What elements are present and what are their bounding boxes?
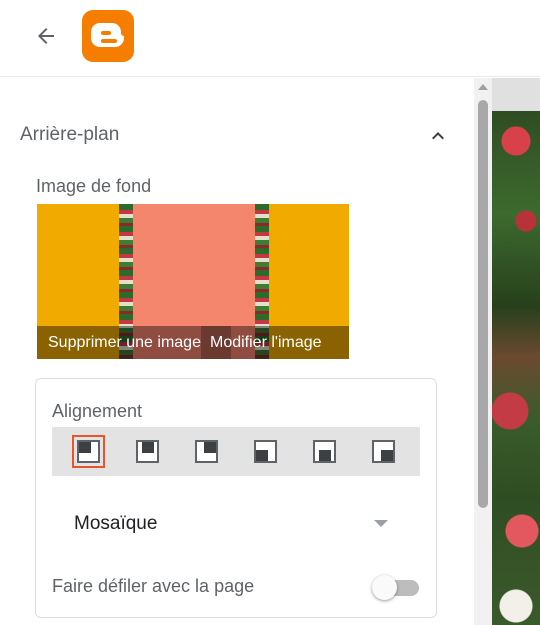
preview-header-strip xyxy=(492,78,540,111)
section-header-background[interactable]: Arrière-plan xyxy=(20,122,450,150)
preview-action-bar: Supprimer une image Modifier l'image xyxy=(37,326,349,359)
repeat-mode-value: Mosaïque xyxy=(74,513,158,534)
repeat-mode-select[interactable]: Mosaïque xyxy=(58,505,388,541)
back-button[interactable] xyxy=(28,18,64,54)
blogger-logo-icon[interactable] xyxy=(82,10,134,62)
align-top-right-button[interactable] xyxy=(192,437,221,466)
scroll-up-arrow-icon[interactable] xyxy=(478,84,488,90)
scrollbar-thumb[interactable] xyxy=(478,100,488,508)
blog-preview-pane xyxy=(492,78,540,625)
edit-image-button[interactable]: Modifier l'image xyxy=(210,334,322,352)
remove-image-button[interactable]: Supprimer une image xyxy=(48,334,201,352)
align-bottom-center-button[interactable] xyxy=(310,437,339,466)
alignment-options xyxy=(52,427,420,476)
alignment-label: Alignement xyxy=(52,401,143,421)
panel-scrollbar[interactable] xyxy=(474,78,492,625)
settings-panel: Arrière-plan Image de fond Supprimer une… xyxy=(0,78,474,625)
floral-background-preview xyxy=(492,111,540,625)
scroll-with-page-toggle[interactable] xyxy=(369,574,421,600)
align-top-center-button[interactable] xyxy=(133,437,162,466)
align-top-left-button[interactable] xyxy=(72,435,105,468)
caret-down-icon xyxy=(374,520,388,527)
background-image-label: Image de fond xyxy=(36,176,152,196)
scroll-with-page-label: Faire défiler avec la page xyxy=(52,576,255,596)
align-bottom-right-button[interactable] xyxy=(369,437,398,466)
background-image-preview: Supprimer une image Modifier l'image xyxy=(37,204,349,359)
arrow-left-icon xyxy=(38,28,54,44)
toggle-knob xyxy=(372,575,397,600)
top-bar xyxy=(0,0,540,77)
image-options-card: Alignement Mosaïque Faire défiler avec l… xyxy=(35,378,437,618)
section-title: Arrière-plan xyxy=(20,124,120,145)
chevron-up-icon xyxy=(432,132,444,140)
align-bottom-left-button[interactable] xyxy=(251,437,280,466)
